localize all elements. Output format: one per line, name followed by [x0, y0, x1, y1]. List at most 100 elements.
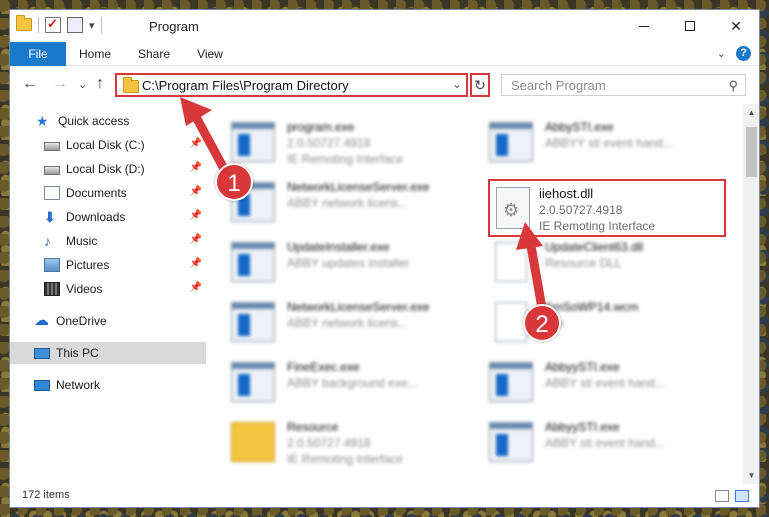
customize-toolbar-icon[interactable]: ▾: [89, 19, 95, 32]
list-item[interactable]: UpdateInstaller.exe ABBY updates install…: [223, 234, 473, 292]
sidebar-item-quick-access[interactable]: ★ Quick access: [10, 110, 206, 132]
search-placeholder: Search Program: [511, 78, 606, 93]
maximize-button[interactable]: [667, 10, 713, 42]
list-item[interactable]: NetworkLicenseServer.exe ABBY network li…: [223, 294, 473, 352]
status-bar: 172 items: [10, 486, 759, 507]
documents-icon: [44, 186, 60, 200]
dll-file-icon: [495, 242, 527, 282]
list-item[interactable]: AbbyySTI.exe ABBY sti event hand...: [481, 354, 731, 412]
sidebar-item-local-disk-c[interactable]: Local Disk (C:) 📌: [10, 134, 206, 156]
tab-file[interactable]: File: [10, 42, 66, 66]
address-bar[interactable]: C:\Program Files\Program Directory ⌄: [115, 73, 468, 97]
view-switcher: [715, 490, 749, 502]
dll-file-icon: [496, 187, 530, 229]
star-icon: ★: [36, 113, 49, 129]
sidebar-item-network[interactable]: Network: [10, 374, 206, 396]
exe-file-icon: [489, 362, 533, 402]
large-icons-view-icon[interactable]: [735, 490, 749, 502]
tab-view[interactable]: View: [190, 42, 230, 66]
sidebar-item-pictures[interactable]: Pictures 📌: [10, 254, 206, 276]
file-name: Resource: [287, 420, 339, 434]
address-path: C:\Program Files\Program Directory: [142, 78, 349, 93]
sidebar-item-local-disk-d[interactable]: Local Disk (D:) 📌: [10, 158, 206, 180]
file-detail: 2.0.50727.4918: [287, 436, 371, 450]
help-icon[interactable]: ?: [736, 46, 751, 61]
sidebar-item-label: Network: [56, 378, 101, 392]
downloads-icon: ⬇: [44, 209, 56, 225]
list-item[interactable]: SmSoWP14.wcm File: [481, 294, 731, 352]
sidebar-item-label: Downloads: [66, 210, 126, 224]
sidebar-item-onedrive[interactable]: ☁ OneDrive: [10, 310, 206, 332]
pin-icon[interactable]: 📌: [190, 210, 202, 221]
exe-file-icon: [489, 122, 533, 162]
sidebar-item-downloads[interactable]: ⬇ Downloads 📌: [10, 206, 206, 228]
ribbon-tabs: File Home Share View ⌄ ?: [10, 42, 759, 66]
sidebar-item-documents[interactable]: Documents 📌: [10, 182, 206, 204]
file-detail: ABBY updates installer: [287, 256, 410, 270]
file-name: program.exe: [287, 120, 355, 134]
pin-icon[interactable]: 📌: [190, 282, 202, 293]
pin-icon[interactable]: 📌: [190, 162, 202, 173]
file-name: NetworkLicenseServer.exe: [287, 180, 430, 194]
list-item[interactable]: program.exe 2.0.50727.4918 IE Remoting I…: [223, 114, 473, 172]
tab-share[interactable]: Share: [132, 42, 176, 66]
file-name: AbbyySTI.exe: [545, 360, 620, 374]
search-icon: ⚲: [728, 78, 738, 93]
minimize-button[interactable]: [621, 10, 667, 42]
file-version: 2.0.50727.4918: [539, 203, 623, 217]
highlighted-file-iiehost[interactable]: iiehost.dll 2.0.50727.4918 IE Remoting I…: [488, 179, 726, 237]
exe-file-icon: [489, 422, 533, 462]
close-button[interactable]: ✕: [713, 10, 759, 42]
minimize-icon: [639, 25, 649, 27]
file-detail: ABBY network licens...: [287, 316, 409, 330]
sidebar-item-music[interactable]: ♪ Music 📌: [10, 230, 206, 252]
pin-icon[interactable]: 📌: [190, 186, 202, 197]
list-item[interactable]: AbbySTI.exe ABBYY sti event hand...: [481, 114, 731, 172]
refresh-icon[interactable]: ↻: [470, 73, 490, 97]
file-detail: ABBY background exe...: [287, 376, 418, 390]
recent-locations-icon[interactable]: ⌄: [78, 78, 87, 91]
sidebar-item-label: This PC: [56, 346, 99, 360]
list-item[interactable]: NetworkLicenseServer.exe ABBY network li…: [223, 174, 473, 232]
back-arrow-icon[interactable]: ←: [22, 75, 38, 93]
exe-file-icon: [231, 362, 275, 402]
pictures-icon: [44, 258, 60, 272]
network-icon: [34, 379, 50, 391]
vertical-scrollbar[interactable]: ▲ ▼: [743, 104, 759, 484]
expand-ribbon-icon[interactable]: ⌄: [717, 47, 726, 60]
scroll-thumb[interactable]: [746, 127, 757, 177]
file-detail: IE Remoting Interface: [287, 452, 404, 466]
pin-icon[interactable]: 📌: [190, 234, 202, 245]
drive-icon: [44, 142, 60, 151]
list-item[interactable]: UpdateClient63.dll Resource DLL: [481, 234, 731, 292]
quick-access-toolbar: ▾: [16, 15, 102, 33]
pin-icon[interactable]: 📌: [190, 138, 202, 149]
sidebar-item-videos[interactable]: Videos 📌: [10, 278, 206, 300]
scroll-down-icon[interactable]: ▼: [743, 467, 759, 484]
scroll-up-icon[interactable]: ▲: [743, 104, 759, 121]
file-name: iiehost.dll: [539, 186, 594, 201]
up-arrow-icon[interactable]: ↑: [96, 75, 104, 93]
file-detail: ABBY network licens...: [287, 196, 409, 210]
music-icon: ♪: [44, 233, 51, 249]
details-view-icon[interactable]: [715, 490, 729, 502]
list-item[interactable]: FineExec.exe ABBY background exe...: [223, 354, 473, 412]
sidebar-item-label: Documents: [66, 186, 127, 200]
sidebar-item-label: Local Disk (C:): [66, 138, 145, 152]
sidebar-item-label: Quick access: [58, 114, 130, 128]
blurred-file-tiles: program.exe 2.0.50727.4918 IE Remoting I…: [223, 104, 743, 484]
address-dropdown-icon[interactable]: ⌄: [452, 77, 462, 91]
videos-icon: [44, 282, 60, 296]
sidebar-item-this-pc[interactable]: This PC: [10, 342, 206, 364]
file-detail: ABBY sti event hand...: [545, 436, 665, 450]
list-item[interactable]: AbbyySTI.exe ABBY sti event hand...: [481, 414, 731, 472]
list-item[interactable]: Resource 2.0.50727.4918 IE Remoting Inte…: [223, 414, 473, 472]
sidebar-item-label: OneDrive: [56, 314, 107, 328]
search-input[interactable]: Search Program ⚲: [501, 74, 746, 96]
new-folder-icon[interactable]: [67, 17, 83, 33]
forward-arrow-icon[interactable]: →: [52, 75, 68, 93]
file-name: UpdateInstaller.exe: [287, 240, 390, 254]
tab-home[interactable]: Home: [70, 42, 120, 66]
pin-icon[interactable]: 📌: [190, 258, 202, 269]
properties-check-icon[interactable]: [45, 16, 61, 33]
